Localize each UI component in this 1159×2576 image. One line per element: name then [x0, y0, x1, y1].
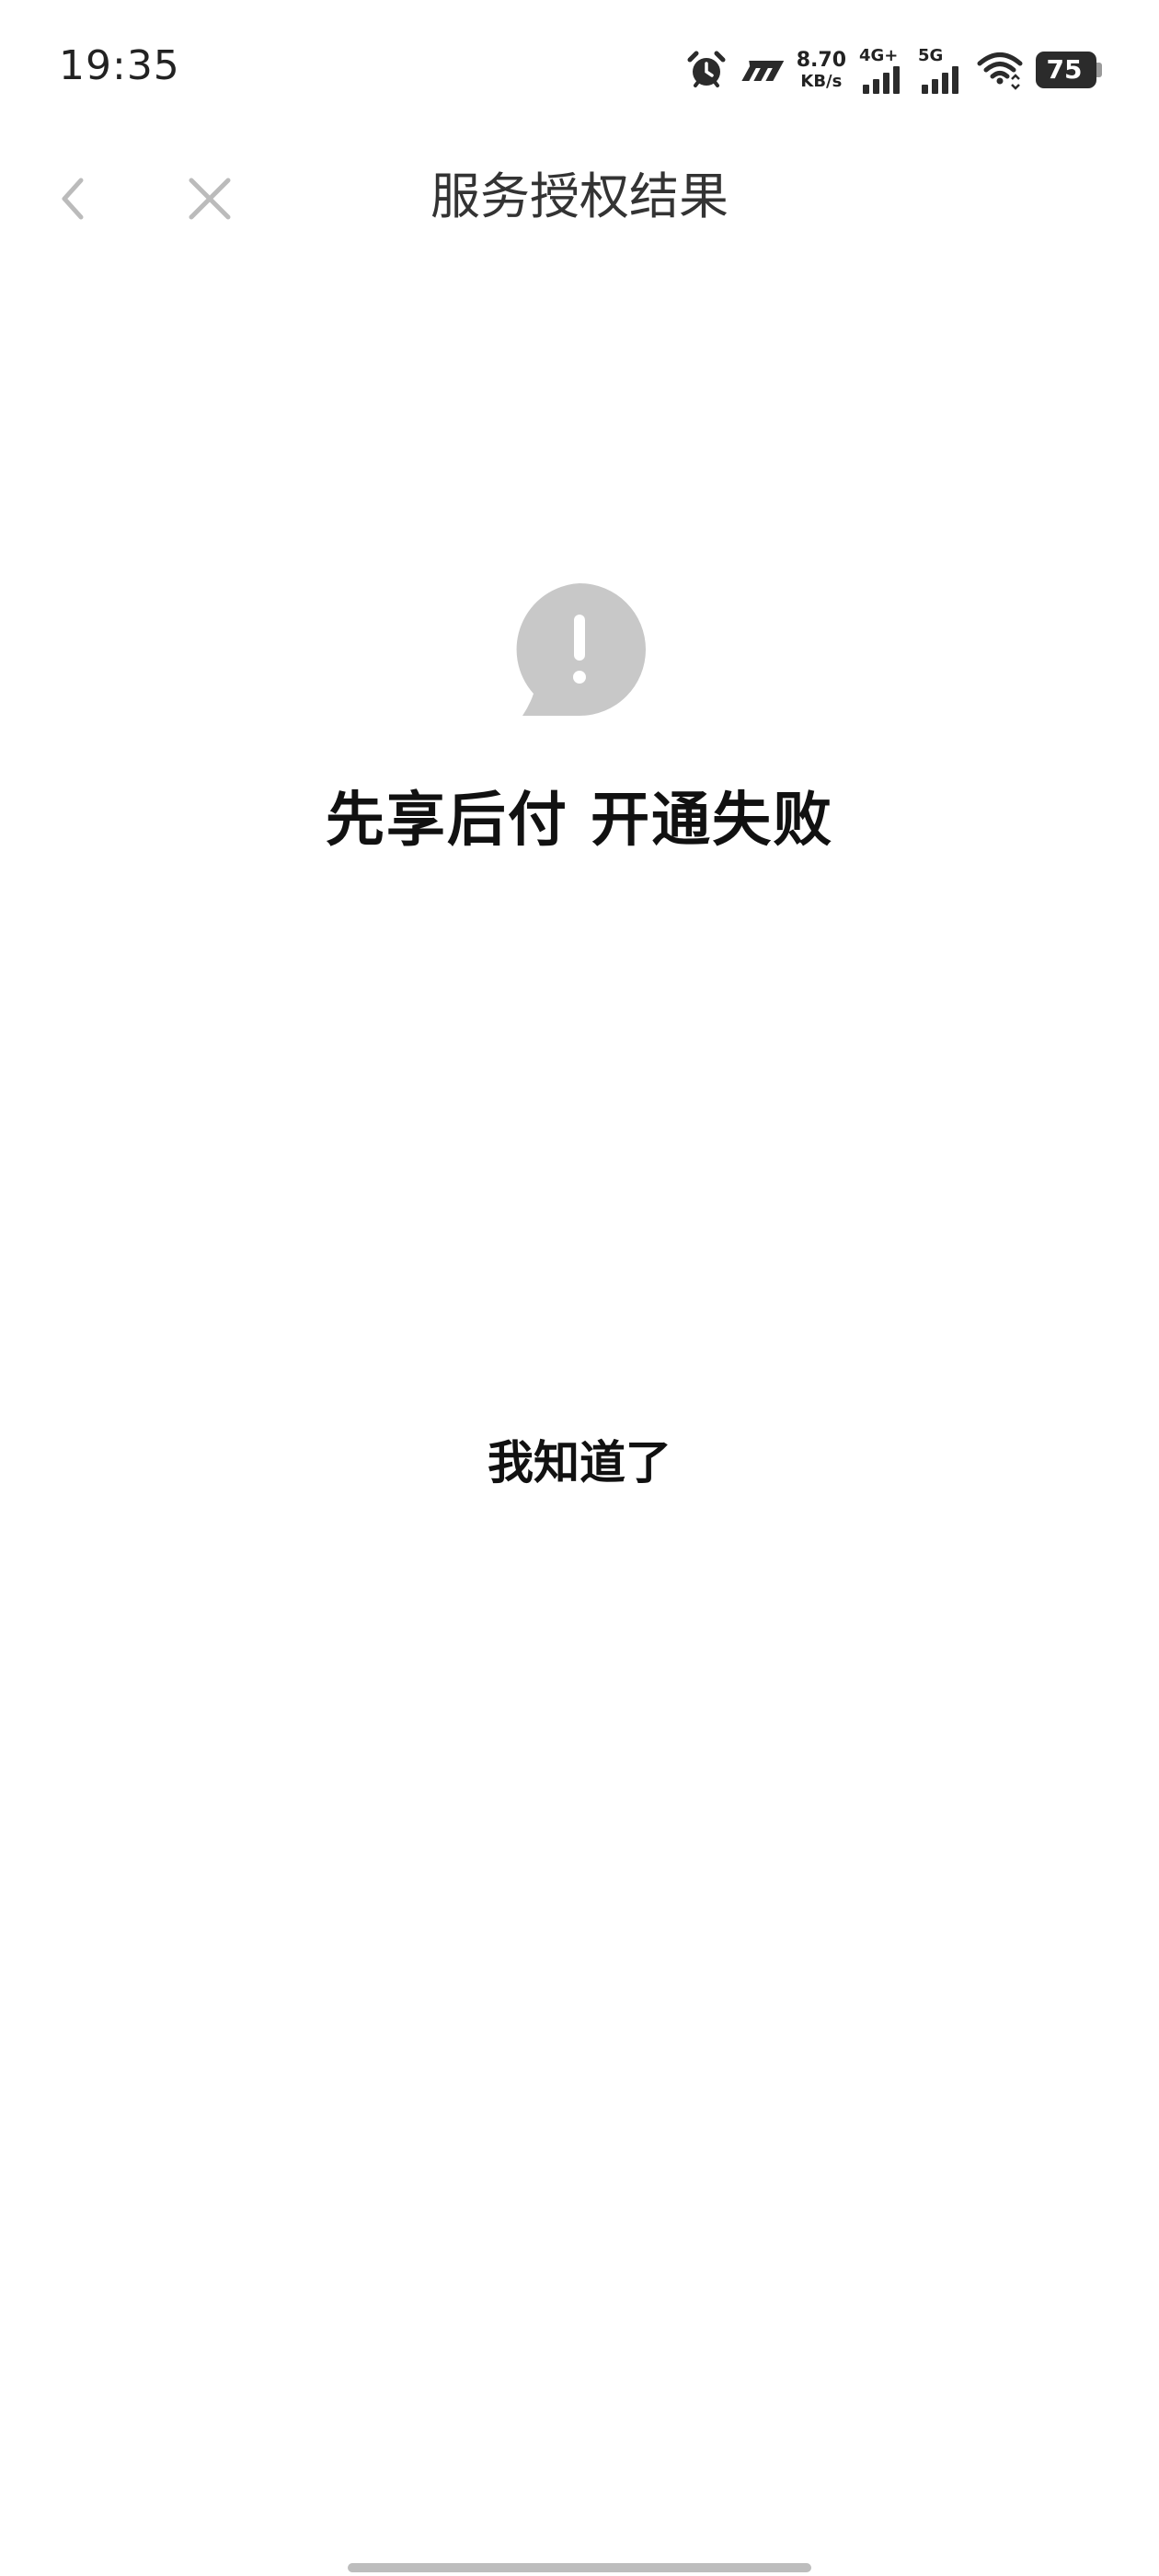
signal-icon	[922, 66, 958, 94]
network-speed-value: 8.70	[796, 48, 846, 72]
carrier-logo-icon	[740, 52, 784, 88]
exclamation-bubble-icon	[510, 580, 649, 719]
home-indicator[interactable]	[348, 2563, 811, 2572]
acknowledge-button[interactable]: 我知道了	[396, 1417, 763, 1509]
battery-icon: 75	[1036, 52, 1102, 88]
signal-5g-indicator: 5G	[918, 46, 964, 94]
network-speed: 8.70 KB/s	[796, 48, 846, 91]
status-bar: 19:35 8.70 KB/s 4G+ 5G 75	[0, 0, 1159, 138]
result-title: 先享后付 开通失败	[325, 787, 834, 855]
wifi-icon	[977, 50, 1023, 90]
alarm-icon	[686, 50, 727, 90]
signal-4g-indicator: 4G+	[859, 46, 905, 94]
page-title: 服务授权结果	[430, 167, 729, 225]
network-speed-unit: KB/s	[800, 71, 843, 91]
status-time: 19:35	[59, 42, 180, 89]
signal-icon	[863, 66, 900, 94]
nav-bar: 服务授权结果	[0, 138, 1159, 258]
battery-percent: 75	[1046, 54, 1083, 85]
signal-4g-label: 4G+	[859, 46, 899, 65]
signal-5g-label: 5G	[918, 46, 944, 65]
status-icons: 8.70 KB/s 4G+ 5G 75	[686, 44, 1102, 96]
